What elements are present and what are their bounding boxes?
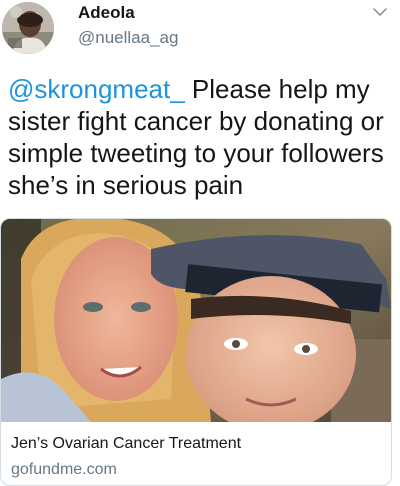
mention-link[interactable]: @skrongmeat_	[8, 74, 185, 104]
card-photo	[1, 219, 391, 422]
card-image[interactable]	[1, 219, 391, 422]
link-card[interactable]: Jen’s Ovarian Cancer Treatment gofundme.…	[0, 218, 392, 486]
tweet: Adeola @nuellaa_ag @skrongmeat_ Please h…	[0, 0, 400, 486]
author-handle[interactable]: @nuellaa_ag	[78, 28, 178, 48]
card-domain: gofundme.com	[11, 461, 117, 478]
author-display-name[interactable]: Adeola	[78, 3, 135, 23]
user-avatar[interactable]	[2, 2, 54, 54]
tweet-text: @skrongmeat_ Please help my sister fight…	[8, 73, 396, 201]
avatar-photo	[2, 2, 54, 54]
card-title[interactable]: Jen’s Ovarian Cancer Treatment	[11, 435, 241, 453]
tweet-header: Adeola @nuellaa_ag	[0, 0, 400, 58]
chevron-down-icon[interactable]	[372, 6, 388, 18]
